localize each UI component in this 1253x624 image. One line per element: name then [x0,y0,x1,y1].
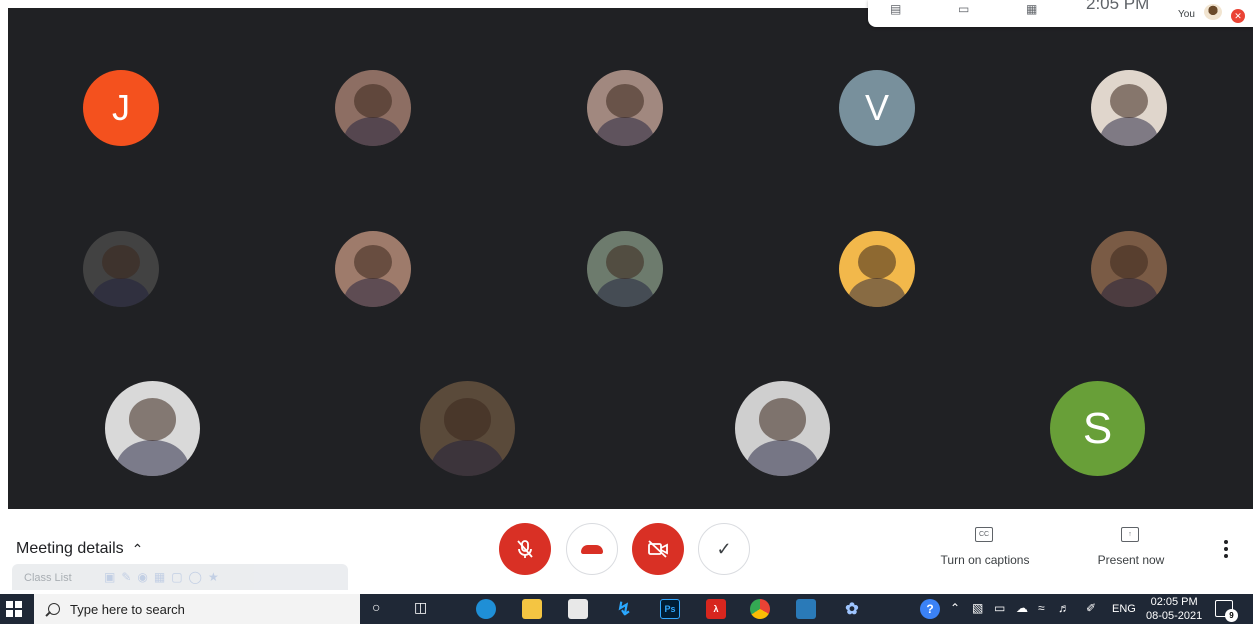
participant-avatar[interactable] [1091,70,1167,146]
acrobat-icon[interactable]: λ [706,599,726,619]
hang-up-icon [581,544,603,554]
participant-avatar[interactable]: V [839,70,915,146]
avatar-initial: J [112,87,130,128]
screen: J V S ▤ ▭ ▦ 2:05 PM You ✕ Meeting detail… [0,0,1253,624]
windows-start-icon[interactable] [6,601,22,617]
clock-date: 08-05-2021 [1146,610,1203,622]
camera-off-icon [648,540,668,558]
participant-avatar[interactable] [420,381,515,476]
participant-avatar[interactable] [735,381,830,476]
meeting-details-button[interactable]: Meeting details ⌃ [16,540,143,558]
check-icon: ✓ [716,538,732,559]
avatar-initial: V [864,87,889,128]
meeting-clock: 2:05 PM [1086,0,1150,13]
search-icon [48,603,60,615]
volume-icon[interactable]: ♬ [1058,601,1070,615]
pen-icon[interactable]: ✐ [1086,601,1096,615]
participant-avatar[interactable] [587,70,663,146]
mic-off-button[interactable] [499,523,551,575]
paint-icon[interactable]: ✿ [842,599,862,619]
battery-icon[interactable]: ▭ [994,601,1005,615]
cortana-icon[interactable]: ○ [372,599,380,615]
help-icon[interactable]: ? [920,599,940,619]
leave-call-button[interactable] [566,523,618,575]
photoshop-icon[interactable]: Ps [660,599,680,619]
present-screen-icon[interactable]: ↑ [1121,527,1139,542]
clock-time: 02:05 PM [1150,596,1198,608]
notification-center-icon[interactable]: 9 [1215,600,1238,622]
network-icon[interactable]: ▧ [972,601,983,615]
mic-off-icon [517,540,533,558]
self-avatar [1204,4,1222,20]
self-label: You [1178,9,1195,20]
attendance-check-button[interactable]: ✓ [698,523,750,575]
task-view-icon[interactable]: ◫ [414,599,427,616]
cloud-icon[interactable]: ☁ [1016,601,1028,615]
chevron-up-icon: ⌃ [131,540,144,557]
photos-icon[interactable] [796,599,816,619]
store-icon[interactable] [568,599,588,619]
turn-on-captions-button[interactable]: Turn on captions [936,553,1034,567]
participant-avatar[interactable]: J [83,70,159,146]
meeting-details-label: Meeting details [16,540,124,557]
avatar-initial: S [1082,403,1113,453]
taskbar-clock[interactable]: 02:05 PM 08-05-2021 [1146,595,1202,623]
chevron-up-tray-icon[interactable]: ⌃ [950,601,960,615]
more-options-icon[interactable] [1216,537,1236,561]
mic-off-indicator-icon: ✕ [1231,9,1245,23]
people-icon[interactable]: ▤ [890,2,912,16]
class-list-label: Class List [24,572,72,584]
participant-grid: J V S [8,8,1253,509]
windows-taskbar: Type here to search ○ ◫ ↯ Ps λ ✿ ? ⌃ ▧ ▭… [0,594,1253,624]
class-list-extension-bar[interactable]: Class List ▣✎◉▦▢◯★ [12,564,348,590]
extension-tools-icon[interactable]: ▣✎◉▦▢◯★ [104,570,225,584]
participant-avatar[interactable] [1091,231,1167,307]
participant-avatar[interactable] [105,381,200,476]
call-controls-bar: Meeting details ⌃ Class List ▣✎◉▦▢◯★ ✓ C… [0,509,1253,590]
participant-avatar[interactable] [587,231,663,307]
camera-off-button[interactable] [632,523,684,575]
participant-avatar[interactable] [83,231,159,307]
participant-avatar[interactable] [335,231,411,307]
language-indicator[interactable]: ENG [1112,603,1136,615]
app-lightning-icon[interactable]: ↯ [614,599,634,619]
participant-avatar[interactable] [839,231,915,307]
participant-avatar[interactable] [335,70,411,146]
meeting-info-bar: ▤ ▭ ▦ 2:05 PM You ✕ [868,0,1253,27]
chrome-icon[interactable] [750,599,770,619]
notification-count-badge: 9 [1225,609,1238,622]
taskbar-search-input[interactable]: Type here to search [34,594,360,624]
chat-icon[interactable]: ▭ [958,2,980,16]
captions-icon[interactable]: CC [975,527,993,542]
participant-avatar[interactable]: S [1050,381,1145,476]
search-placeholder: Type here to search [70,601,185,617]
activities-icon[interactable]: ▦ [1026,2,1048,16]
edge-browser-icon[interactable] [476,599,496,619]
wifi-icon[interactable]: ≈ [1038,601,1045,615]
present-now-button[interactable]: Present now [1090,553,1172,567]
file-explorer-icon[interactable] [522,599,542,619]
